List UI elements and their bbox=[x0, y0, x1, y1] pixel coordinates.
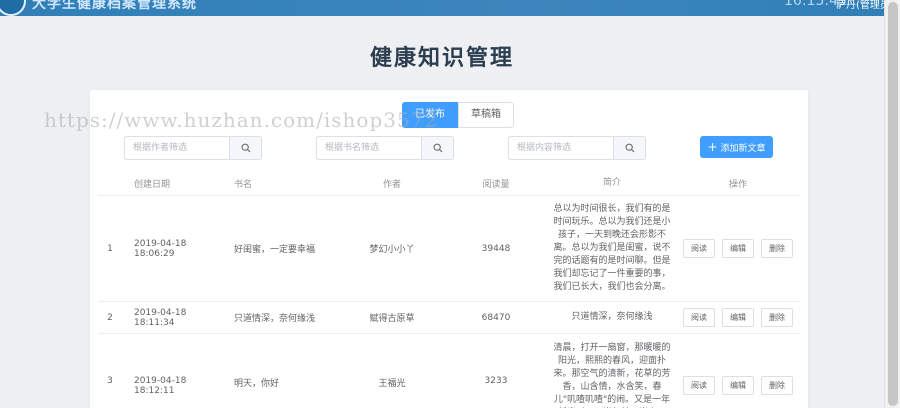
header-author: 作者 bbox=[382, 180, 401, 190]
scrollbar-thumb[interactable] bbox=[888, 2, 898, 406]
delete-button[interactable]: 删除 bbox=[761, 239, 793, 258]
header-reads: 阅读量 bbox=[482, 180, 510, 190]
row-title: 明天，你好 bbox=[234, 379, 280, 389]
author-search-button[interactable] bbox=[229, 137, 261, 159]
row-title: 好闺蜜，一定要幸福 bbox=[234, 245, 316, 255]
table-row: 1 2019-04-18 18:06:29 好闺蜜，一定要幸福 梦幻小小丫 39… bbox=[98, 196, 800, 302]
current-user-menu[interactable]: 萨丹(管理员) bbox=[836, 0, 884, 11]
page-title: 健康知识管理 bbox=[369, 46, 514, 71]
row-index: 2 bbox=[107, 312, 113, 323]
row-actions: 阅读 编辑 删除 bbox=[676, 308, 800, 327]
row-date: 2019-04-18 18:11:34 bbox=[134, 307, 187, 328]
status-tabs: 已发布 草稿箱 bbox=[402, 102, 514, 128]
row-date: 2019-04-18 18:06:29 bbox=[134, 238, 187, 259]
read-button[interactable]: 阅读 bbox=[683, 308, 715, 327]
row-actions: 阅读 编辑 删除 bbox=[676, 239, 800, 258]
row-index: 3 bbox=[107, 376, 113, 386]
add-article-label: 添加新文章 bbox=[720, 143, 766, 154]
row-author: 赋得古原草 bbox=[369, 314, 415, 324]
search-icon bbox=[433, 143, 442, 153]
table-row: 2 2019-04-18 18:11:34 只道情深，奈何缘浅 赋得古原草 68… bbox=[98, 302, 800, 334]
app-header: 大学生健康档案管理系统 16:15:45 萨丹(管理员) bbox=[0, 0, 884, 16]
row-title: 只道情深，奈何缘浅 bbox=[234, 314, 316, 324]
content-search-button[interactable] bbox=[613, 137, 645, 159]
title-search-input[interactable] bbox=[317, 137, 421, 159]
title-filter bbox=[316, 136, 454, 160]
tab-drafts[interactable]: 草稿箱 bbox=[458, 102, 514, 128]
search-icon bbox=[625, 143, 634, 153]
row-reads: 68470 bbox=[481, 312, 511, 323]
header-title: 书名 bbox=[234, 180, 253, 190]
edit-button[interactable]: 编辑 bbox=[722, 239, 754, 258]
author-search-input[interactable] bbox=[125, 137, 229, 159]
content-filter bbox=[508, 136, 646, 160]
row-intro: 总以为时间很长，我们有的是时间玩乐。总以为我们还是小孩子，一天到晚还会形影不离。… bbox=[553, 204, 671, 292]
content-card: 已发布 草稿箱 + 添加新文章 bbox=[90, 90, 808, 408]
edit-button[interactable]: 编辑 bbox=[722, 308, 754, 327]
read-button[interactable]: 阅读 bbox=[683, 239, 715, 258]
tab-published[interactable]: 已发布 bbox=[402, 102, 458, 128]
delete-button[interactable]: 删除 bbox=[761, 376, 793, 395]
row-intro: 清晨，打开一扇窗，那暖暖的阳光，熙熙的春风，迎面扑来。那空气的清新，花草的芳香，… bbox=[553, 343, 671, 405]
row-actions: 阅读 编辑 删除 bbox=[676, 376, 800, 395]
row-index: 1 bbox=[107, 243, 113, 254]
plus-icon: + bbox=[707, 140, 718, 154]
row-author: 王福光 bbox=[378, 379, 406, 389]
site-title: 大学生健康档案管理系统 bbox=[32, 0, 197, 12]
edit-button[interactable]: 编辑 bbox=[722, 376, 754, 395]
author-filter bbox=[124, 136, 262, 160]
row-date: 2019-04-18 18:12:11 bbox=[134, 376, 187, 396]
header-actions: 操作 bbox=[728, 180, 747, 190]
read-button[interactable]: 阅读 bbox=[683, 376, 715, 395]
table-header: 创建日期 书名 作者 阅读量 简介 操作 bbox=[98, 172, 800, 196]
row-intro: 只道情深，奈何缘浅 bbox=[571, 312, 653, 322]
title-search-button[interactable] bbox=[421, 137, 453, 159]
school-logo-icon bbox=[0, 0, 26, 16]
vertical-scrollbar[interactable] bbox=[884, 0, 900, 408]
row-reads: 3233 bbox=[484, 376, 508, 386]
row-reads: 39448 bbox=[481, 243, 511, 254]
row-author: 梦幻小小丫 bbox=[369, 245, 415, 255]
header-date: 创建日期 bbox=[134, 180, 171, 190]
delete-button[interactable]: 删除 bbox=[761, 308, 793, 327]
header-intro: 简介 bbox=[602, 178, 621, 188]
add-article-button[interactable]: + 添加新文章 bbox=[700, 136, 773, 158]
table-row: 3 2019-04-18 18:12:11 明天，你好 王福光 3233 清晨，… bbox=[98, 334, 800, 408]
search-icon bbox=[241, 143, 250, 153]
articles-table: 创建日期 书名 作者 阅读量 简介 操作 1 2019-04-18 18:06:… bbox=[98, 172, 800, 408]
content-search-input[interactable] bbox=[509, 137, 613, 159]
